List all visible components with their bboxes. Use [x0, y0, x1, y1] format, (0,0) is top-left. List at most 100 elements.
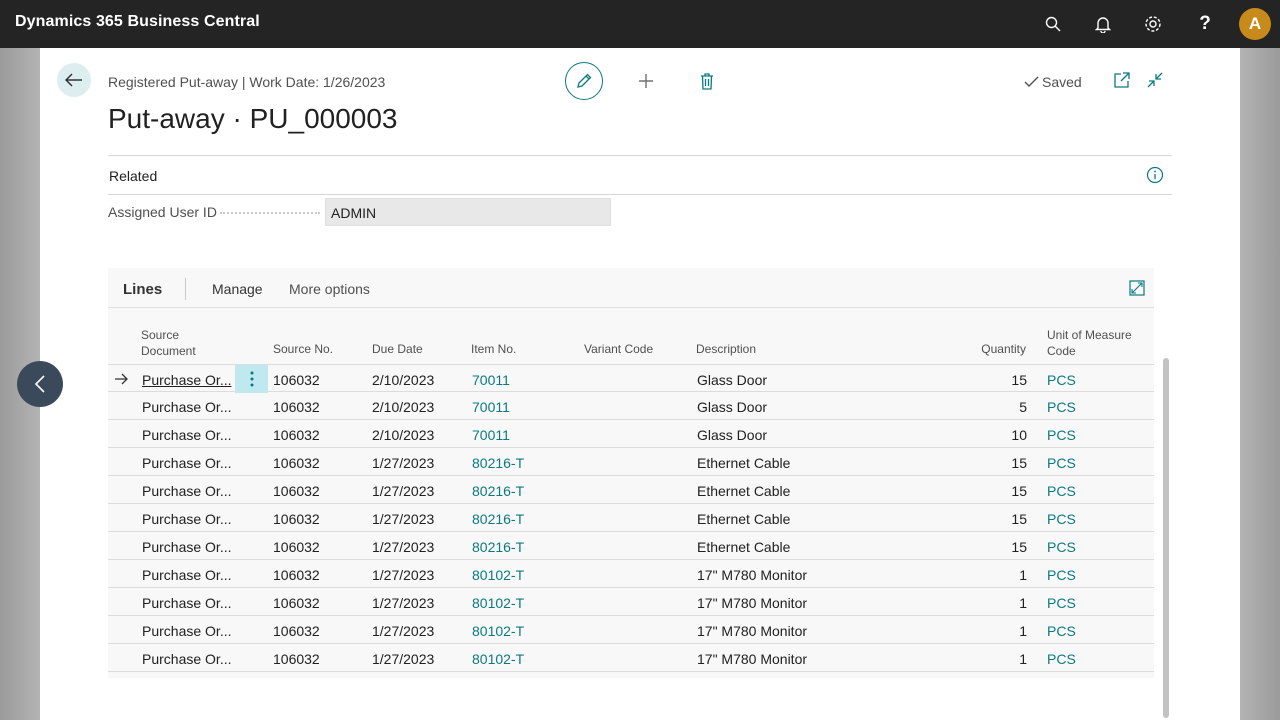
back-button[interactable]: [57, 63, 91, 97]
cell-description: Glass Door: [697, 399, 768, 415]
table-row[interactable]: Purchase Or... 106032 1/27/2023 80102-T 17" …: [108, 616, 1154, 644]
cell-description: Ethernet Cable: [697, 511, 791, 527]
avatar[interactable]: A: [1239, 8, 1271, 40]
cell-source-no: 106032: [273, 483, 320, 499]
cell-item-no[interactable]: 80102-T: [472, 567, 524, 583]
cell-source-no: 106032: [273, 567, 320, 583]
cell-source-document[interactable]: Purchase Or...: [142, 623, 231, 639]
table-row[interactable]: Purchase Or... 106032 1/27/2023 80102-T 17" …: [108, 644, 1154, 672]
cell-item-no[interactable]: 80216-T: [472, 483, 524, 499]
cell-source-no: 106032: [273, 595, 320, 611]
cell-item-no[interactable]: 80102-T: [472, 651, 524, 667]
cell-source-document[interactable]: Purchase Or...: [142, 595, 231, 611]
cell-source-document[interactable]: Purchase Or...: [142, 511, 231, 527]
cell-uom[interactable]: PCS: [1047, 455, 1076, 471]
cell-source-document[interactable]: Purchase Or...: [142, 539, 231, 555]
cell-source-document[interactable]: Purchase Or...: [142, 567, 231, 583]
cell-source-document[interactable]: Purchase Or...: [142, 651, 231, 667]
cell-uom[interactable]: PCS: [1047, 399, 1076, 415]
cell-item-no[interactable]: 80102-T: [472, 595, 524, 611]
cell-due-date: 1/27/2023: [372, 595, 435, 611]
cell-source-document[interactable]: Purchase Or...: [142, 455, 231, 471]
app-title[interactable]: Dynamics 365 Business Central: [15, 13, 260, 31]
cell-item-no[interactable]: 70011: [472, 399, 510, 415]
col-header-source-no[interactable]: Source No.: [273, 341, 333, 357]
info-icon[interactable]: [1146, 166, 1164, 184]
cell-uom[interactable]: PCS: [1047, 511, 1076, 527]
gear-icon[interactable]: [1141, 12, 1165, 36]
table-row[interactable]: Purchase Or... 106032 2/10/2023 70011 Glass …: [108, 392, 1154, 420]
cell-uom[interactable]: PCS: [1047, 651, 1076, 667]
table-row[interactable]: Purchase Or... 106032 1/27/2023 80216-T Ethe…: [108, 448, 1154, 476]
add-button[interactable]: [634, 69, 658, 93]
cell-item-no[interactable]: 80216-T: [472, 511, 524, 527]
cell-item-no[interactable]: 70011: [472, 372, 510, 388]
related-menu[interactable]: Related: [109, 168, 157, 184]
toolbar-separator: [185, 278, 186, 300]
col-header-unit-of-measure[interactable]: Unit of Measure Code: [1047, 327, 1147, 359]
cell-quantity: 1: [1019, 623, 1027, 639]
cell-item-no[interactable]: 80216-T: [472, 539, 524, 555]
cell-source-document[interactable]: Purchase Or...: [142, 427, 231, 443]
more-vertical-icon: [250, 371, 253, 387]
help-icon[interactable]: ?: [1193, 12, 1217, 36]
cell-source-no: 106032: [273, 399, 320, 415]
cell-source-document[interactable]: Purchase Or...: [142, 399, 231, 415]
table-row[interactable]: Purchase Or... 106032 1/27/2023 80216-T Ethe…: [108, 532, 1154, 560]
open-new-window-button[interactable]: [1113, 71, 1133, 91]
cell-due-date: 2/10/2023: [372, 372, 435, 388]
cell-uom[interactable]: PCS: [1047, 539, 1076, 555]
row-menu-button[interactable]: [235, 365, 268, 393]
divider: [108, 194, 1172, 195]
assigned-user-field[interactable]: ADMIN: [325, 198, 611, 226]
cell-quantity: 1: [1019, 651, 1027, 667]
open-new-window-icon: [1114, 72, 1130, 88]
cell-uom[interactable]: PCS: [1047, 595, 1076, 611]
divider: [108, 155, 1172, 156]
cell-due-date: 1/27/2023: [372, 511, 435, 527]
cell-uom[interactable]: PCS: [1047, 483, 1076, 499]
cell-description: 17" M780 Monitor: [697, 567, 808, 583]
cell-uom[interactable]: PCS: [1047, 372, 1076, 388]
manage-menu[interactable]: Manage: [212, 281, 263, 297]
col-header-due-date[interactable]: Due Date: [372, 341, 423, 357]
vertical-scrollbar[interactable]: [1163, 358, 1169, 718]
table-row[interactable]: Purchase Or... 106032 1/27/2023 80216-T Ethe…: [108, 504, 1154, 532]
search-icon[interactable]: [1041, 12, 1065, 36]
app-bar: Dynamics 365 Business Central ? A: [0, 0, 1280, 48]
cell-uom[interactable]: PCS: [1047, 567, 1076, 583]
more-options-menu[interactable]: More options: [289, 281, 370, 297]
cell-item-no[interactable]: 80216-T: [472, 455, 524, 471]
table-row[interactable]: Purchase Or... 106032 2/10/2023 70011 Glass …: [108, 364, 1154, 393]
expand-icon[interactable]: [1129, 280, 1145, 296]
cell-description: Glass Door: [697, 372, 768, 388]
col-header-quantity[interactable]: Quantity: [966, 341, 1026, 357]
cell-source-no: 106032: [273, 372, 320, 388]
delete-button[interactable]: [695, 69, 719, 93]
side-nav-button[interactable]: [17, 361, 63, 407]
cell-source-document[interactable]: Purchase Or...: [142, 372, 231, 388]
cell-quantity: 15: [1011, 455, 1027, 471]
cell-source-document[interactable]: Purchase Or...: [142, 483, 231, 499]
edit-button[interactable]: [565, 62, 603, 100]
cell-quantity: 15: [1011, 372, 1027, 388]
cell-item-no[interactable]: 80102-T: [472, 623, 524, 639]
cell-uom[interactable]: PCS: [1047, 623, 1076, 639]
cell-description: 17" M780 Monitor: [697, 651, 808, 667]
table-row[interactable]: Purchase Or... 106032 1/27/2023 80102-T 17" …: [108, 588, 1154, 616]
background-right: [1240, 48, 1280, 720]
col-header-description[interactable]: Description: [696, 341, 756, 357]
col-header-variant-code[interactable]: Variant Code: [584, 341, 653, 357]
bell-icon[interactable]: [1091, 12, 1115, 36]
table-row[interactable]: Purchase Or... 106032 1/27/2023 80216-T Ethe…: [108, 476, 1154, 504]
collapse-button[interactable]: [1146, 71, 1166, 91]
col-header-item-no[interactable]: Item No.: [471, 341, 516, 357]
cell-due-date: 1/27/2023: [372, 483, 435, 499]
col-header-source-document[interactable]: Source Document: [141, 327, 221, 359]
table-row[interactable]: Purchase Or... 106032 1/27/2023 80102-T 17" …: [108, 560, 1154, 588]
table-row[interactable]: Purchase Or... 106032 2/10/2023 70011 Glass …: [108, 420, 1154, 448]
cell-due-date: 1/27/2023: [372, 539, 435, 555]
cell-uom[interactable]: PCS: [1047, 427, 1076, 443]
cell-item-no[interactable]: 70011: [472, 427, 510, 443]
lines-title: Lines: [123, 281, 163, 298]
